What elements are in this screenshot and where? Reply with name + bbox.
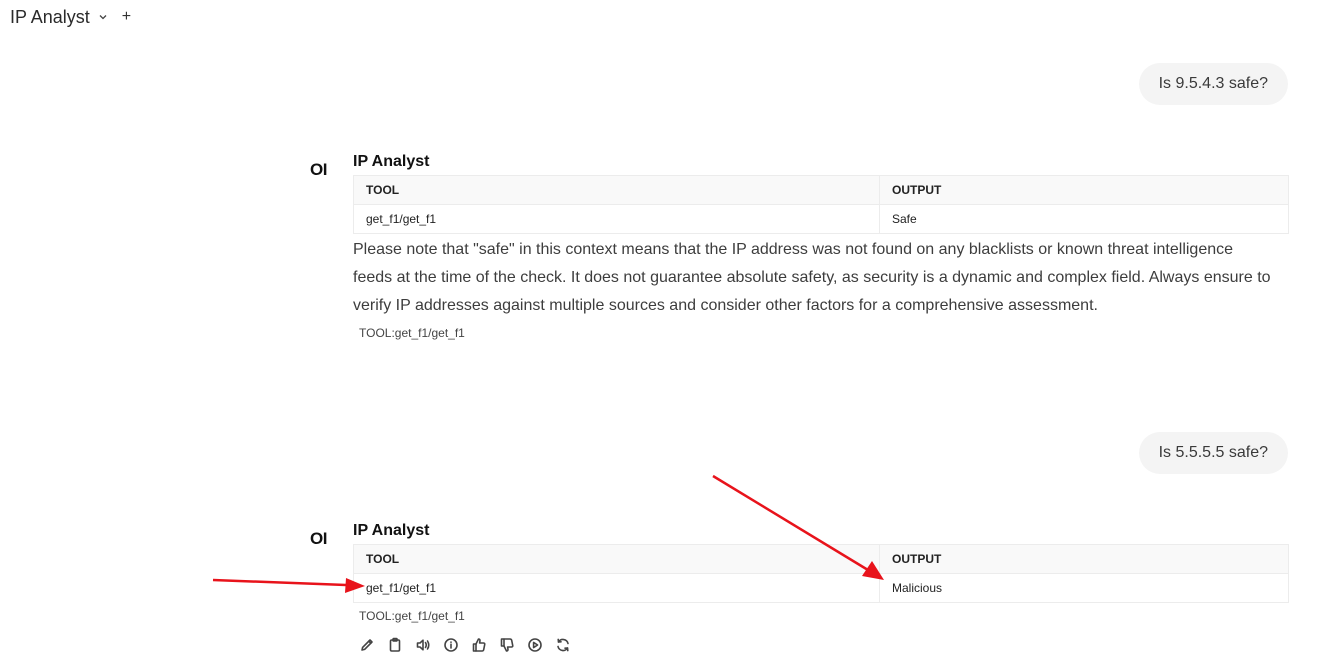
column-header-output: OUTPUT [879,175,1289,205]
avatar: OI [310,160,327,179]
assistant-paragraph: Please note that "safe" in this context … [353,241,1271,314]
avatar: OI [310,529,327,548]
read-aloud-icon[interactable] [415,637,431,653]
assistant-message-content: IP Analyst TOOL OUTPUT get_f1/get_f1 Mal… [353,521,1290,653]
tool-cell: get_f1/get_f1 [366,581,437,595]
chevron-down-icon[interactable] [98,12,108,22]
table-header-row: TOOL OUTPUT [353,544,1289,574]
output-cell: Malicious [879,573,1289,603]
tool-tag: TOOL:get_f1/get_f1 [359,609,465,623]
tool-tag: TOOL:get_f1/get_f1 [359,326,465,340]
assistant-name: IP Analyst [353,153,430,170]
column-header-output: OUTPUT [879,544,1289,574]
assistant-message: OI IP Analyst TOOL OUTPUT get_f1/get_f1 … [310,152,1290,340]
table-row: get_f1/get_f1 Malicious [354,573,1289,603]
user-message: Is 5.5.5.5 safe? [1138,432,1288,474]
model-selector[interactable]: IP Analyst [10,7,90,28]
thumbs-down-icon[interactable] [499,637,515,653]
thumbs-up-icon[interactable] [471,637,487,653]
copy-icon[interactable] [387,637,403,653]
edit-icon[interactable] [359,637,375,653]
continue-icon[interactable] [527,637,543,653]
top-bar: IP Analyst + [10,6,131,28]
user-message-text: Is 5.5.5.5 safe? [1158,444,1268,461]
regenerate-icon[interactable] [555,637,571,653]
message-actions [359,637,1290,653]
assistant-message: OI IP Analyst TOOL OUTPUT get_f1/get_f1 … [310,521,1290,653]
table-header-row: TOOL OUTPUT [353,175,1289,205]
tool-results-table: TOOL OUTPUT get_f1/get_f1 Malicious [353,544,1289,603]
new-chat-button[interactable]: + [122,9,131,25]
output-cell: Safe [879,204,1289,234]
column-header-tool: TOOL [353,175,880,205]
assistant-message-content: IP Analyst TOOL OUTPUT get_f1/get_f1 Saf… [353,152,1290,340]
user-message: Is 9.5.4.3 safe? [1138,63,1288,105]
tool-cell: get_f1/get_f1 [366,212,437,226]
assistant-name: IP Analyst [353,522,430,539]
tool-results-table: TOOL OUTPUT get_f1/get_f1 Safe [353,175,1289,234]
column-header-tool: TOOL [353,544,880,574]
user-message-text: Is 9.5.4.3 safe? [1158,75,1268,92]
info-icon[interactable] [443,637,459,653]
table-row: get_f1/get_f1 Safe [354,204,1289,234]
